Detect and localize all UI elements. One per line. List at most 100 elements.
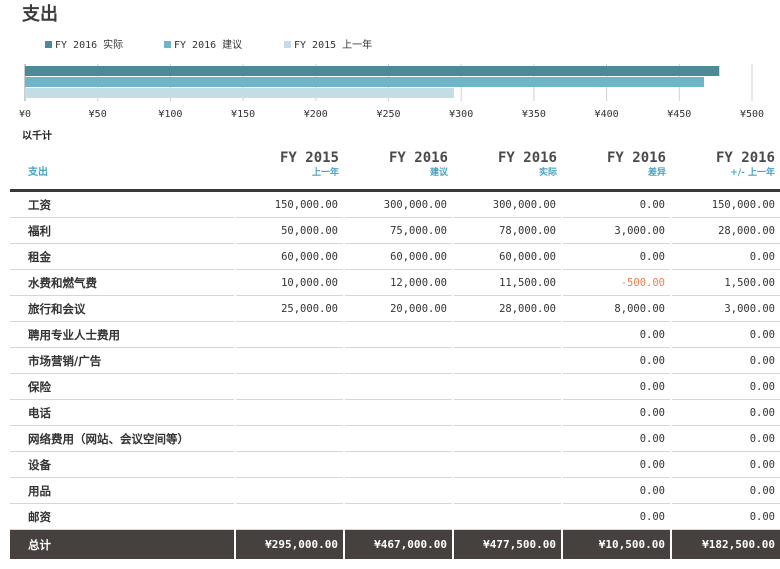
table-body: 工资 150,000.00 300,000.00 300,000.00 0.00 150,… [10,190,780,530]
table-cell: 25,000.00 [234,295,344,322]
table-cell [343,503,453,530]
table-cell [343,399,453,426]
table-cell [452,321,562,348]
table-cell: 60,000.00 [234,243,344,270]
table-cell [343,477,453,504]
table-cell: 28,000.00 [452,295,562,322]
table-cell: 150,000.00 [234,190,344,218]
table-cell [452,399,562,426]
table-cell: 150,000.00 [670,190,780,218]
page-title: 支出 [22,4,58,25]
total-cell: ¥477,500.00 [452,529,562,559]
table-cell [234,425,344,452]
table-row: 旅行和会议 25,000.00 20,000.00 28,000.00 8,000.00… [10,295,780,322]
header-year: FY 2015 [279,150,339,166]
table-header: 支出 FY 2015 上一年 FY 2016 建议 FY 2016 实际 FY 201… [10,150,780,191]
row-label: 保险 [10,373,235,400]
table-cell: 0.00 [670,399,780,426]
table-cell: 0.00 [561,425,671,452]
x-tick-label: ¥150 [231,109,255,120]
row-label: 租金 [10,243,235,270]
legend-label-actual: FY 2016 实际 [55,40,124,51]
header-cell-label: 支出 [10,150,235,191]
table-row: 电话 0.00 0.00 [10,399,780,426]
table-cell: 300,000.00 [452,190,562,218]
table-cell [343,321,453,348]
table-cell [343,373,453,400]
table-cell: 12,000.00 [343,269,453,296]
table-row: 租金 60,000.00 60,000.00 60,000.00 0.00 0.00 [10,243,780,270]
header-year: FY 2016 [497,150,557,166]
table-cell [452,425,562,452]
table-cell: 0.00 [561,477,671,504]
table-cell [234,503,344,530]
header-cell-col3: FY 2016 实际 [453,150,562,191]
table-cell [234,321,344,348]
table-cell: 0.00 [670,243,780,270]
header-cell-col2: FY 2016 建议 [344,150,453,191]
row-label: 用品 [10,477,235,504]
table-cell: 20,000.00 [343,295,453,322]
legend-swatch-budget [164,41,171,48]
table-cell: 0.00 [561,243,671,270]
x-tick-label: ¥450 [667,109,691,120]
table-row: 用品 0.00 0.00 [10,477,780,504]
header-year: FY 2016 [388,150,448,166]
x-tick-label: ¥300 [449,109,473,120]
legend-label-budget: FY 2016 建议 [174,40,243,51]
row-label: 市场营销/广告 [10,347,235,374]
x-tick-label: ¥400 [595,109,619,120]
table-row: 聘用专业人士费用 0.00 0.00 [10,321,780,348]
header-cell-col1: FY 2015 上一年 [235,150,344,191]
table-cell: 78,000.00 [452,217,562,244]
table-cell: 0.00 [670,451,780,478]
bar-budget [25,77,705,87]
x-tick-label: ¥0 [19,109,31,120]
table-cell: -500.00 [561,269,671,296]
legend-swatch-prev [284,41,291,48]
table-footer: 总计 ¥295,000.00 ¥467,000.00 ¥477,500.00 ¥… [10,529,780,559]
table-cell: 28,000.00 [670,217,780,244]
table-cell [343,425,453,452]
table-cell: 0.00 [561,347,671,374]
x-tick-label: ¥50 [89,109,107,120]
table-cell [452,503,562,530]
table-cell: 0.00 [670,373,780,400]
expense-table: 支出 FY 2015 上一年 FY 2016 建议 FY 2016 实际 FY 201… [10,150,780,559]
table-row: 邮资 0.00 0.00 [10,503,780,530]
header-cell-col4: FY 2016 差异 [562,150,671,191]
table-cell: 0.00 [561,321,671,348]
header-cell-col5: FY 2016 +/- 上一年 [671,150,780,191]
table-cell: 0.00 [561,373,671,400]
table-cell: 11,500.00 [452,269,562,296]
table-cell: 10,000.00 [234,269,344,296]
table-cell: 50,000.00 [234,217,344,244]
table-cell [452,477,562,504]
x-tick-label: ¥250 [376,109,400,120]
total-cell: ¥295,000.00 [234,529,344,559]
table-cell [343,347,453,374]
table-cell: 60,000.00 [343,243,453,270]
table-cell: 0.00 [561,399,671,426]
total-row: 总计 ¥295,000.00 ¥467,000.00 ¥477,500.00 ¥… [10,529,780,559]
legend-item-prev: FY 2015 上一年 [284,36,372,51]
table-cell [234,399,344,426]
table-cell: 0.00 [670,347,780,374]
legend-item-budget: FY 2016 建议 [164,36,242,51]
bar-actual [25,66,720,76]
header-sub: 上一年 [311,168,339,178]
table-cell [452,373,562,400]
header-sub: 差异 [647,168,666,178]
expense-bar-chart: ¥0 ¥50 ¥100 ¥150 ¥200 ¥250 ¥300 ¥350 ¥400 ¥450 ¥50… [19,64,764,120]
table-cell [452,451,562,478]
unit-note: 以千计 [22,131,52,142]
table-cell: 0.00 [670,477,780,504]
table-cell: 8,000.00 [561,295,671,322]
row-label: 网络费用（网站、会议空间等） [10,425,235,452]
table-cell: 1,500.00 [670,269,780,296]
row-label: 旅行和会议 [10,295,235,322]
header-sub: 建议 [429,168,448,178]
row-label: 电话 [10,399,235,426]
header-label: 支出 [28,167,48,178]
table-cell [452,347,562,374]
